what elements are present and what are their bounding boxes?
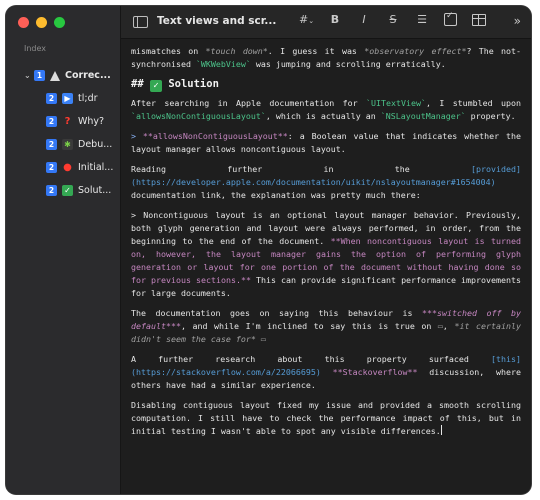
- bold-run: **Stackoverflow**: [332, 367, 418, 377]
- emoji-placeholder-icon: ▭: [437, 321, 443, 331]
- bold-run: **allowsNonContiguousLayout**: [142, 131, 288, 141]
- format-toolbar: #⌄ B I S ☰ ✓: [299, 11, 486, 26]
- outline-item-tldr[interactable]: 2 ▶ tl;dr: [6, 87, 120, 110]
- paragraph: After searching in Apple documentation f…: [131, 97, 521, 123]
- strikethrough-button[interactable]: S: [386, 13, 400, 26]
- app-window: Index ⌄ 1 Correc... 2 ▶ tl;dr 2 ? Why? 2…: [6, 6, 531, 494]
- outline-item-label: Solut...: [78, 185, 112, 196]
- text-run: Reading further in the: [131, 164, 472, 174]
- bug-icon: ✱: [62, 139, 73, 150]
- outline-tree: ⌄ 1 Correc... 2 ▶ tl;dr 2 ? Why? 2 ✱ Deb…: [6, 64, 120, 202]
- heading-button[interactable]: #⌄: [299, 13, 314, 26]
- level-badge: 2: [46, 185, 57, 196]
- outline-root[interactable]: ⌄ 1 Correc...: [6, 64, 120, 87]
- outline-item-solution[interactable]: 2 ✓ Solut...: [6, 179, 120, 202]
- paragraph: The documentation goes on saying this be…: [131, 308, 521, 344]
- play-icon: ▶: [62, 93, 73, 104]
- code-run: `allowsNonContiguousLayout`: [131, 111, 266, 121]
- heading-marker: ##: [131, 78, 144, 90]
- question-icon: ?: [64, 116, 71, 127]
- minimize-button[interactable]: [36, 17, 47, 28]
- checkmark-icon: ✓: [62, 185, 73, 196]
- paragraph: Reading further in the [provided](https:…: [131, 163, 521, 202]
- outline-item-label: Initial...: [78, 162, 114, 173]
- code-run: `UITextView`: [366, 98, 426, 108]
- code-run: `NSLayoutManager`: [380, 111, 466, 121]
- text-run: , and while I'm inclined to say this is …: [180, 321, 438, 331]
- code-run: `WKWebView`: [195, 59, 251, 69]
- text-run: documentation link, the explanation was …: [131, 190, 421, 200]
- pin-icon: ●: [63, 162, 72, 173]
- paragraph: A further research about this property s…: [131, 353, 521, 392]
- text-run: [321, 367, 333, 377]
- document-title: Text views and scr...: [157, 15, 277, 27]
- italic-run: *touch down*: [205, 46, 268, 56]
- italic-button[interactable]: I: [357, 13, 371, 26]
- solution-heading: ## ✓ Solution: [131, 78, 521, 92]
- text-run: was jumping and scrolling erratically.: [250, 59, 446, 69]
- toolbar: Text views and scr... #⌄ B I S ☰ ✓ »: [121, 6, 531, 39]
- list-icon[interactable]: ☰: [415, 13, 429, 26]
- text-run: The documentation goes on saying this be…: [131, 308, 423, 318]
- emoji-placeholder-icon: ▭: [260, 334, 266, 344]
- text-cursor: [440, 425, 442, 435]
- level-badge: 1: [34, 70, 45, 81]
- bold-button[interactable]: B: [328, 13, 342, 26]
- checkbox-icon[interactable]: ✓: [444, 11, 457, 26]
- outline-item-label: tl;dr: [78, 93, 98, 104]
- text-run: property.: [465, 111, 516, 121]
- heading-text: Solution: [168, 78, 219, 90]
- sidebar-toggle-icon[interactable]: [133, 16, 148, 28]
- index-label: Index: [24, 44, 47, 53]
- triangle-ruler-icon: [50, 70, 60, 81]
- outline-item-initial[interactable]: 2 ● Initial...: [6, 156, 120, 179]
- text-run: . I guess it was: [267, 46, 365, 56]
- outline-item-debug[interactable]: 2 ✱ Debu...: [6, 133, 120, 156]
- checkmark-icon: ✓: [149, 80, 162, 92]
- outline-item-label: Debu...: [78, 139, 113, 150]
- chevron-down-icon[interactable]: ⌄: [24, 71, 34, 80]
- outline-root-label: Correc...: [65, 70, 111, 81]
- paragraph: Disabling contiguous layout fixed my iss…: [131, 399, 521, 438]
- window-controls: [18, 17, 65, 28]
- text-run: , which is actually an: [265, 111, 381, 121]
- blockquote: > **allowsNonContiguousLayout**: a Boole…: [131, 130, 521, 156]
- text-run: After searching in Apple documentation f…: [131, 98, 367, 108]
- italic-run: *observatory effect*: [364, 46, 467, 56]
- sidebar: Index ⌄ 1 Correc... 2 ▶ tl;dr 2 ? Why? 2…: [6, 6, 121, 494]
- level-badge: 2: [46, 139, 57, 150]
- outline-item-label: Why?: [78, 116, 105, 127]
- text-run: Disabling contiguous layout fixed my iss…: [131, 400, 521, 436]
- text-run: , I stumbled upon: [425, 98, 521, 108]
- text-run: mismatches on: [131, 46, 206, 56]
- blockquote: > Noncontiguous layout is an optional la…: [131, 209, 521, 300]
- level-badge: 2: [46, 116, 57, 127]
- level-badge: 2: [46, 93, 57, 104]
- close-button[interactable]: [18, 17, 29, 28]
- text-run: A further research about this property s…: [131, 354, 492, 364]
- level-badge: 2: [46, 162, 57, 173]
- outline-item-why[interactable]: 2 ? Why?: [6, 110, 120, 133]
- more-chevrons-icon[interactable]: »: [514, 14, 521, 28]
- table-icon[interactable]: [472, 13, 486, 26]
- heading-label: #: [299, 13, 309, 26]
- quote-marker: >: [131, 131, 143, 141]
- paragraph: mismatches on *touch down*. I guess it w…: [131, 45, 521, 71]
- markdown-editor[interactable]: mismatches on *touch down*. I guess it w…: [121, 39, 531, 494]
- zoom-button[interactable]: [54, 17, 65, 28]
